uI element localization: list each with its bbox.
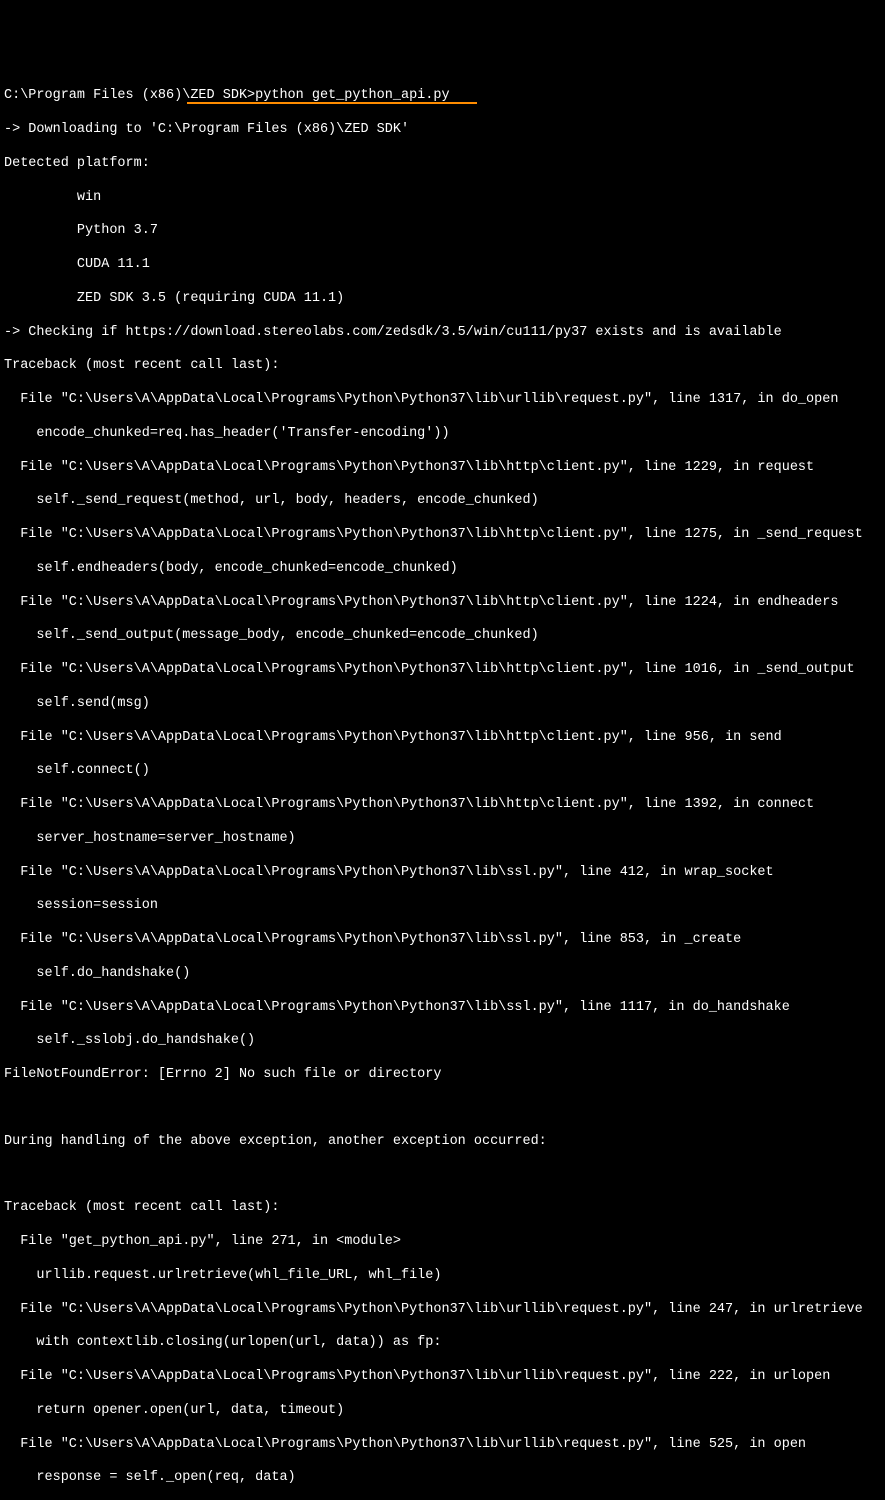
terminal-line: Python 3.7 [4,223,881,240]
terminal-line: File "C:\Users\A\AppData\Local\Programs\… [4,932,881,949]
terminal-line: self.do_handshake() [4,966,881,983]
terminal-line: During handling of the above exception, … [4,1134,881,1151]
terminal-line: File "C:\Users\A\AppData\Local\Programs\… [4,527,881,544]
terminal-line: CUDA 11.1 [4,257,881,274]
terminal-line: response = self._open(req, data) [4,1470,881,1487]
terminal-line: session=session [4,898,881,915]
terminal-line: File "C:\Users\A\AppData\Local\Programs\… [4,392,881,409]
terminal-line: File "C:\Users\A\AppData\Local\Programs\… [4,797,881,814]
terminal-line: File "C:\Users\A\AppData\Local\Programs\… [4,730,881,747]
terminal-line: File "C:\Users\A\AppData\Local\Programs\… [4,865,881,882]
terminal-line: File "C:\Users\A\AppData\Local\Programs\… [4,595,881,612]
terminal-line: server_hostname=server_hostname) [4,831,881,848]
terminal-line [4,1168,881,1184]
terminal-line: win [4,190,881,207]
terminal-line: -> Downloading to 'C:\Program Files (x86… [4,122,881,139]
terminal-line: ZED SDK 3.5 (requiring CUDA 11.1) [4,291,881,308]
terminal-line: File "C:\Users\A\AppData\Local\Programs\… [4,1437,881,1454]
terminal-line: Traceback (most recent call last): [4,1200,881,1217]
terminal-line: self._sslobj.do_handshake() [4,1033,881,1050]
terminal-line: Traceback (most recent call last): [4,358,881,375]
terminal-line: self.send(msg) [4,696,881,713]
terminal-line: return opener.open(url, data, timeout) [4,1403,881,1420]
terminal-line: File "get_python_api.py", line 271, in <… [4,1234,881,1251]
terminal-line [4,1101,881,1117]
terminal-line: File "C:\Users\A\AppData\Local\Programs\… [4,1369,881,1386]
terminal-line: self._send_output(message_body, encode_c… [4,628,881,645]
highlight-underline [187,102,477,104]
terminal-line: FileNotFoundError: [Errno 2] No such fil… [4,1067,881,1084]
terminal-line: self.connect() [4,763,881,780]
terminal-line: File "C:\Users\A\AppData\Local\Programs\… [4,662,881,679]
terminal-line: File "C:\Users\A\AppData\Local\Programs\… [4,460,881,477]
terminal-line: with contextlib.closing(urlopen(url, dat… [4,1335,881,1352]
terminal-line: Detected platform: [4,156,881,173]
terminal-line: urllib.request.urlretrieve(whl_file_URL,… [4,1268,881,1285]
terminal-line: encode_chunked=req.has_header('Transfer-… [4,426,881,443]
terminal-line: -> Checking if https://download.stereola… [4,325,881,342]
terminal-line: File "C:\Users\A\AppData\Local\Programs\… [4,1302,881,1319]
terminal-line: File "C:\Users\A\AppData\Local\Programs\… [4,1000,881,1017]
terminal-line: self.endheaders(body, encode_chunked=enc… [4,561,881,578]
terminal-line: self._send_request(method, url, body, he… [4,493,881,510]
terminal-output[interactable]: C:\Program Files (x86)\ZED SDK>python ge… [4,72,881,1500]
